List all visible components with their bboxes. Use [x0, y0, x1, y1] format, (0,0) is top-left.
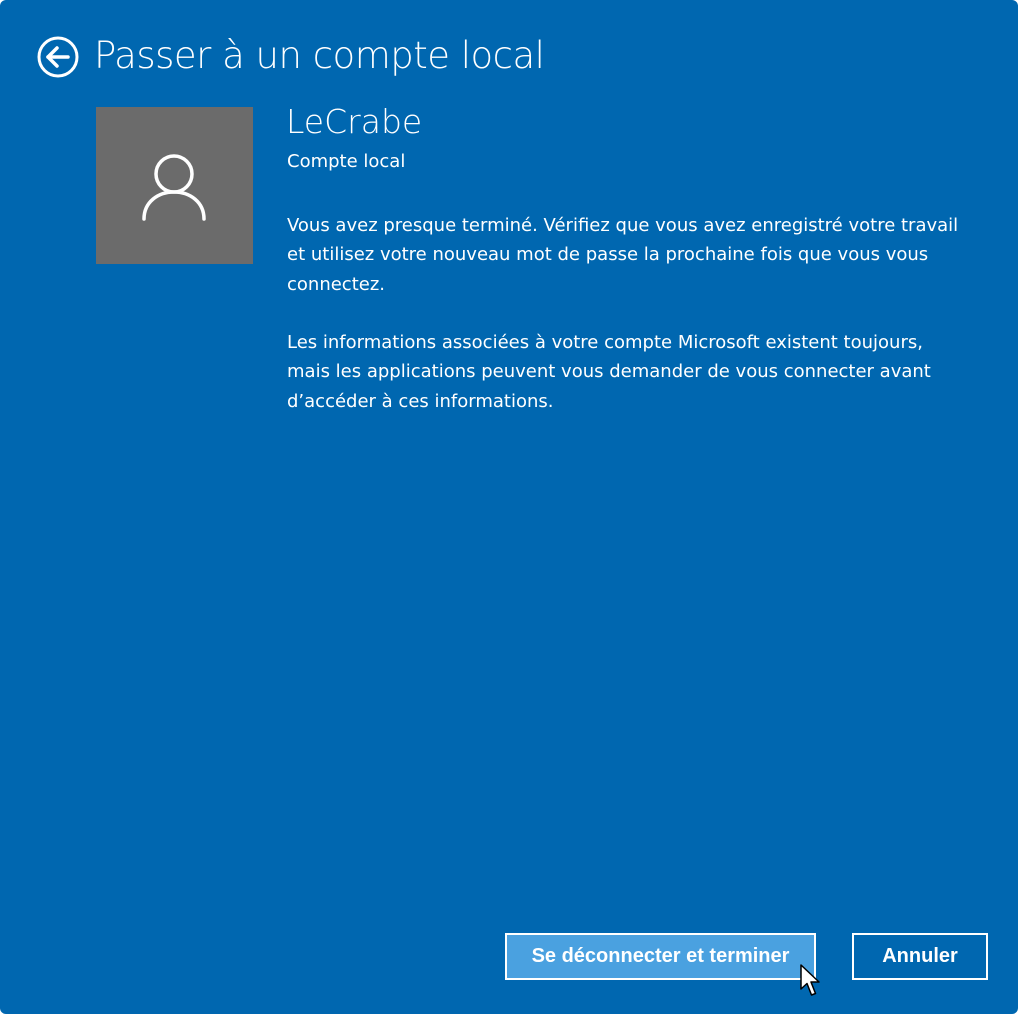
info-paragraph-saved-work: Vous avez presque terminé. Vérifiez que …: [287, 215, 959, 295]
back-button[interactable]: [37, 36, 79, 78]
cancel-button[interactable]: Annuler: [852, 933, 988, 980]
dialog-window: Passer à un compte local LeCrabe Compte …: [0, 0, 1018, 1014]
sign-out-and-finish-button[interactable]: Se déconnecter et terminer: [505, 933, 816, 980]
user-name: LeCrabe: [286, 102, 423, 141]
avatar: [96, 107, 253, 264]
back-arrow-icon: [37, 36, 79, 78]
page-title: Passer à un compte local: [94, 34, 545, 77]
user-silhouette-icon: [142, 154, 206, 221]
info-paragraph-microsoft-account: Les informations associées à votre compt…: [287, 332, 931, 412]
account-type: Compte local: [287, 151, 406, 172]
